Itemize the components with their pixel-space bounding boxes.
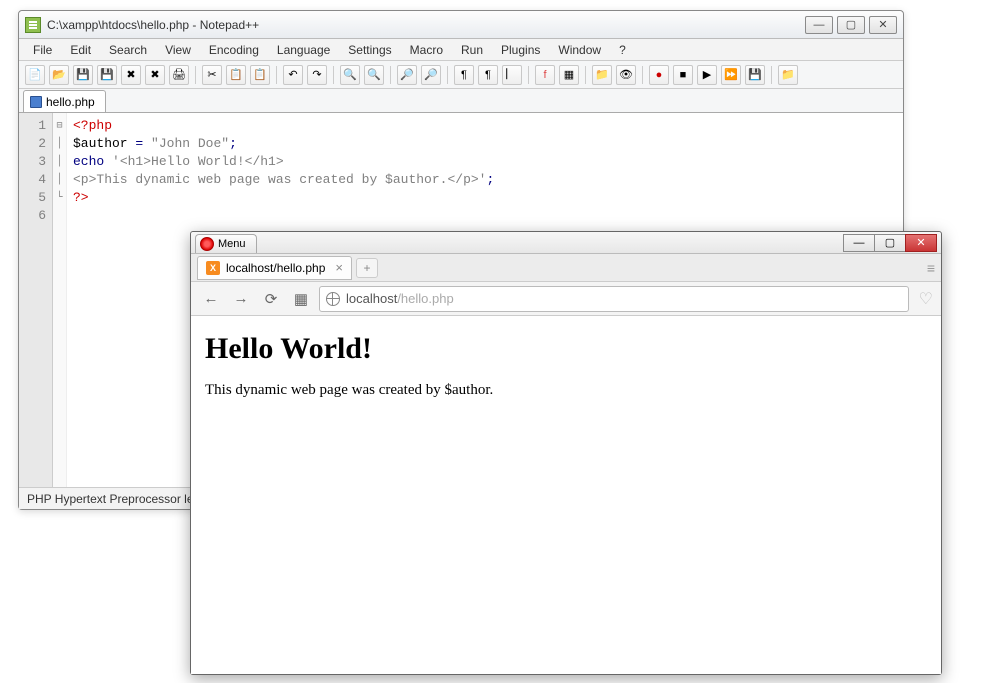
globe-icon xyxy=(326,292,340,306)
url-path: /hello.php xyxy=(397,291,453,306)
open-file-icon[interactable]: 📂 xyxy=(49,65,69,85)
separator xyxy=(642,66,643,84)
opera-icon xyxy=(200,237,214,251)
reload-button[interactable]: ⟳ xyxy=(259,287,283,311)
page-heading: Hello World! xyxy=(205,332,927,366)
window-controls: — ▢ ✕ xyxy=(805,16,897,34)
browser-window: Menu — ▢ ✕ X localhost/hello.php × + ≡ ←… xyxy=(190,231,942,675)
tab-close-icon[interactable]: × xyxy=(335,260,343,275)
cut-icon[interactable]: ✂ xyxy=(202,65,222,85)
back-button[interactable]: ← xyxy=(199,287,223,311)
notepad-titlebar[interactable]: C:\xampp\htdocs\hello.php - Notepad++ — … xyxy=(19,11,903,39)
replace-icon[interactable]: 🔍 xyxy=(364,65,384,85)
record-macro-icon[interactable]: ● xyxy=(649,65,669,85)
play-macro-icon[interactable]: ▶ xyxy=(697,65,717,85)
new-tab-button[interactable]: + xyxy=(356,258,378,278)
browser-viewport: Hello World! This dynamic web page was c… xyxy=(191,316,941,674)
undo-icon[interactable]: ↶ xyxy=(283,65,303,85)
separator xyxy=(195,66,196,84)
page-paragraph: This dynamic web page was created by $au… xyxy=(205,382,927,399)
wordwrap-icon[interactable]: ¶ xyxy=(454,65,474,85)
find-icon[interactable]: 🔍 xyxy=(340,65,360,85)
menu-run[interactable]: Run xyxy=(453,41,491,59)
browser-menu-button[interactable]: Menu xyxy=(195,234,257,253)
stop-macro-icon[interactable]: ■ xyxy=(673,65,693,85)
menu-settings[interactable]: Settings xyxy=(340,41,399,59)
paste-icon[interactable]: 📋 xyxy=(250,65,270,85)
menu-macro[interactable]: Macro xyxy=(402,41,451,59)
address-bar[interactable]: localhost/hello.php xyxy=(319,286,909,312)
menu-help[interactable]: ? xyxy=(611,41,634,59)
doc-map-icon[interactable]: ▦ xyxy=(559,65,579,85)
file-tab[interactable]: hello.php xyxy=(23,90,106,112)
separator xyxy=(333,66,334,84)
menu-search[interactable]: Search xyxy=(101,41,155,59)
minimize-button[interactable]: — xyxy=(843,234,875,252)
separator xyxy=(585,66,586,84)
redo-icon[interactable]: ↷ xyxy=(307,65,327,85)
play-multiple-icon[interactable]: ⏩ xyxy=(721,65,741,85)
browser-toolbar: ← → ⟳ ▦ localhost/hello.php ♡ xyxy=(191,282,941,316)
menu-window[interactable]: Window xyxy=(550,41,609,59)
xampp-icon: X xyxy=(206,261,220,275)
zoom-out-icon[interactable]: 🔎 xyxy=(421,65,441,85)
url-host: localhost xyxy=(346,291,397,306)
notepad-app-icon xyxy=(25,17,41,33)
maximize-button[interactable]: ▢ xyxy=(874,234,906,252)
fold-column: ⊟│││└ xyxy=(53,113,67,487)
separator xyxy=(771,66,772,84)
menu-plugins[interactable]: Plugins xyxy=(493,41,548,59)
speed-dial-button[interactable]: ▦ xyxy=(289,287,313,311)
show-all-chars-icon[interactable]: ¶ xyxy=(478,65,498,85)
notepad-title: C:\xampp\htdocs\hello.php - Notepad++ xyxy=(47,18,805,32)
menu-file[interactable]: File xyxy=(25,41,60,59)
file-tab-label: hello.php xyxy=(46,95,95,109)
menu-language[interactable]: Language xyxy=(269,41,338,59)
forward-button[interactable]: → xyxy=(229,287,253,311)
notepad-menubar: FileEditSearchViewEncodingLanguageSettin… xyxy=(19,39,903,61)
minimize-button[interactable]: — xyxy=(805,16,833,34)
new-file-icon[interactable]: 📄 xyxy=(25,65,45,85)
close-file-icon[interactable]: ✖ xyxy=(121,65,141,85)
menu-edit[interactable]: Edit xyxy=(62,41,99,59)
separator xyxy=(528,66,529,84)
menu-encoding[interactable]: Encoding xyxy=(201,41,267,59)
tab-menu-icon[interactable]: ≡ xyxy=(927,260,935,276)
browser-titlebar[interactable]: Menu — ▢ ✕ xyxy=(191,232,941,254)
copy-icon[interactable]: 📋 xyxy=(226,65,246,85)
line-number-gutter: 123456 xyxy=(19,113,53,487)
browser-tabbar: X localhost/hello.php × + ≡ xyxy=(191,254,941,282)
save-macro-icon[interactable]: 💾 xyxy=(745,65,765,85)
status-text: PHP Hypertext Preprocessor le xyxy=(27,492,194,506)
notepad-toolbar: 📄 📂 💾 💾 ✖ ✖ 🖨 ✂ 📋 📋 ↶ ↷ 🔍 🔍 🔎 🔎 ¶ ¶ ⎸ f … xyxy=(19,61,903,89)
browser-window-controls: — ▢ ✕ xyxy=(844,234,937,252)
tab-title: localhost/hello.php xyxy=(226,261,325,275)
function-list-icon[interactable]: f xyxy=(535,65,555,85)
maximize-button[interactable]: ▢ xyxy=(837,16,865,34)
browser-tab[interactable]: X localhost/hello.php × xyxy=(197,256,352,280)
bookmark-button[interactable]: ♡ xyxy=(919,289,933,309)
save-icon[interactable]: 💾 xyxy=(73,65,93,85)
close-button[interactable]: ✕ xyxy=(869,16,897,34)
notepad-tabbar: hello.php xyxy=(19,89,903,113)
menu-label: Menu xyxy=(218,238,246,250)
folder-icon[interactable]: 📁 xyxy=(592,65,612,85)
indent-guide-icon[interactable]: ⎸ xyxy=(502,65,522,85)
print-icon[interactable]: 🖨 xyxy=(169,65,189,85)
monitoring-icon[interactable]: 👁 xyxy=(616,65,636,85)
separator xyxy=(276,66,277,84)
separator xyxy=(390,66,391,84)
misc-icon[interactable]: 📁 xyxy=(778,65,798,85)
separator xyxy=(447,66,448,84)
disk-icon xyxy=(30,96,42,108)
close-all-icon[interactable]: ✖ xyxy=(145,65,165,85)
zoom-in-icon[interactable]: 🔎 xyxy=(397,65,417,85)
menu-view[interactable]: View xyxy=(157,41,199,59)
save-all-icon[interactable]: 💾 xyxy=(97,65,117,85)
close-button[interactable]: ✕ xyxy=(905,234,937,252)
